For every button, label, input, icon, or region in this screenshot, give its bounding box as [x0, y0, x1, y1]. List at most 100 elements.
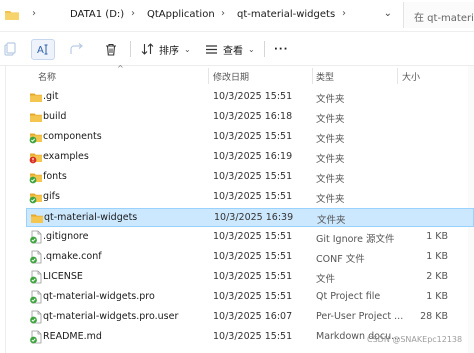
folder-git-icon [29, 193, 42, 204]
column-header: ^ 名称 修改日期 类型 大小 [0, 64, 474, 86]
more-options-button[interactable]: ··· [274, 38, 288, 60]
breadcrumb-chevron-icon: › [32, 8, 36, 19]
file-modified-date: 10/3/2025 15:51 [213, 131, 293, 142]
breadcrumb-drive[interactable]: DATA1 (D:) [70, 9, 124, 20]
copy-icon [4, 42, 16, 56]
file-type: Qt Project file [316, 291, 381, 302]
file-modified-date: 10/3/2025 15:51 [213, 331, 293, 342]
sort-button[interactable]: 排序 ⌄ [141, 38, 191, 60]
search-input[interactable]: 在 qt-material-widgets 中搜索 [403, 2, 474, 28]
breadcrumb-chevron-icon[interactable]: › [342, 8, 346, 19]
file-type: 文件夹 [316, 94, 345, 105]
file-name: examples [43, 151, 89, 162]
file-name: qt-material-widgets [44, 212, 138, 223]
file-git-icon [30, 270, 42, 284]
file-row[interactable]: build 10/3/2025 16:18 文件夹 [26, 108, 474, 127]
sort-ascending-icon: ^ [117, 64, 124, 73]
share-icon [70, 43, 83, 54]
file-row[interactable]: examples 10/3/2025 16:19 文件夹 [26, 148, 474, 167]
command-bar: A 排序 ⌄ 查看 ⌄ ··· [0, 32, 474, 66]
file-row[interactable]: .git 10/3/2025 15:51 文件夹 [26, 88, 474, 107]
file-name: gifs [43, 191, 60, 202]
folder-git-error-icon [29, 153, 42, 164]
file-git-icon [30, 250, 42, 264]
file-git-icon [30, 310, 42, 324]
file-row[interactable]: .gitignore 10/3/2025 15:51 Git Ignore 源文件 1… [26, 228, 474, 247]
sort-icon [141, 43, 154, 55]
file-size: 28 KB [420, 311, 448, 322]
file-name: fonts [43, 171, 67, 182]
file-modified-date: 10/3/2025 15:51 [213, 91, 293, 102]
file-type: 文件 [316, 274, 336, 285]
column-divider[interactable] [397, 68, 398, 84]
file-type: 文件夹 [317, 215, 346, 226]
file-row[interactable]: LICENSE 10/3/2025 15:51 文件 2 KB [26, 268, 474, 287]
file-name: README.md [43, 331, 102, 342]
file-modified-date: 10/3/2025 15:51 [213, 171, 293, 182]
file-type: 文件夹 [316, 174, 345, 185]
file-modified-date: 10/3/2025 15:51 [213, 231, 293, 242]
file-name: qt-material-widgets.pro.user [43, 311, 179, 322]
file-row[interactable]: components 10/3/2025 15:51 文件夹 [26, 128, 474, 147]
file-modified-date: 10/3/2025 15:51 [213, 251, 293, 262]
watermark: CSDN @SNAKEpc12138 [367, 335, 463, 344]
file-size: 2 KB [426, 271, 448, 282]
file-type: 文件夹 [316, 134, 345, 145]
file-type: Per-User Project ... [316, 311, 404, 322]
breadcrumb-current-folder[interactable]: qt-material-widgets [237, 9, 335, 20]
folder-git-icon [29, 133, 42, 144]
toolbar-divider [264, 41, 265, 57]
file-modified-date: 10/3/2025 16:18 [213, 111, 293, 122]
breadcrumb-qtapplication[interactable]: QtApplication [147, 9, 215, 20]
file-modified-date: 10/3/2025 15:51 [213, 291, 293, 302]
folder-icon [31, 214, 43, 223]
file-type: CONF 文件 [316, 254, 365, 265]
file-modified-date: 10/3/2025 16:07 [213, 311, 293, 322]
delete-button[interactable] [105, 38, 117, 60]
toolbar-divider [130, 41, 131, 57]
file-git-icon [30, 330, 42, 344]
file-type: 文件夹 [316, 154, 345, 165]
column-header-name[interactable]: 名称 [38, 70, 56, 83]
file-name: .git [43, 91, 59, 102]
file-modified-date: 10/3/2025 15:51 [213, 191, 293, 202]
file-size: 1 KB [426, 231, 448, 242]
column-header-size[interactable]: 大小 [402, 70, 420, 83]
file-row[interactable]: gifs 10/3/2025 15:51 文件夹 [26, 188, 474, 207]
file-size: 1 KB [426, 291, 448, 302]
file-name: build [43, 111, 67, 122]
folder-icon [30, 93, 42, 102]
sort-label: 排序 [159, 45, 179, 57]
file-row[interactable]: qt-material-widgets.pro 10/3/2025 15:51 Qt… [26, 288, 474, 307]
svg-text:A: A [37, 45, 44, 56]
column-header-type[interactable]: 类型 [316, 70, 334, 83]
file-row[interactable]: qt-material-widgets.pro.user 10/3/2025 16… [26, 308, 474, 327]
file-type: 文件夹 [316, 114, 345, 125]
file-list: .git 10/3/2025 15:51 文件夹 build 10/3/2025 16:… [0, 86, 474, 353]
address-dropdown-chevron-icon[interactable]: ⌄ [384, 8, 392, 19]
file-git-icon [30, 230, 42, 244]
breadcrumb-chevron-icon[interactable]: › [131, 8, 135, 19]
address-bar: › DATA1 (D:) › QtApplication › qt-materi… [0, 0, 474, 32]
chevron-down-icon: ⌄ [248, 44, 255, 54]
file-name: .qmake.conf [43, 251, 102, 262]
copy-button[interactable] [4, 38, 16, 60]
file-modified-date: 10/3/2025 16:39 [214, 212, 294, 223]
folder-git-icon [29, 173, 42, 184]
folder-icon [5, 11, 19, 20]
rename-button[interactable]: A [31, 39, 55, 60]
trash-icon [106, 43, 116, 56]
file-row[interactable]: .qmake.conf 10/3/2025 15:51 CONF 文件 1 KB [26, 248, 474, 267]
file-size: 1 KB [426, 251, 448, 262]
file-row[interactable]: fonts 10/3/2025 15:51 文件夹 [26, 168, 474, 187]
column-divider[interactable] [312, 68, 313, 84]
share-button[interactable] [70, 38, 84, 60]
file-modified-date: 10/3/2025 15:51 [213, 271, 293, 282]
view-icon [206, 44, 217, 54]
breadcrumb-chevron-icon[interactable]: › [221, 8, 225, 19]
view-button[interactable]: 查看 ⌄ [205, 38, 255, 60]
file-git-icon [30, 290, 42, 304]
column-header-modified[interactable]: 修改日期 [213, 70, 249, 83]
column-divider[interactable] [208, 68, 209, 84]
file-row-selected[interactable]: qt-material-widgets 10/3/2025 16:39 文件夹 [26, 208, 474, 227]
